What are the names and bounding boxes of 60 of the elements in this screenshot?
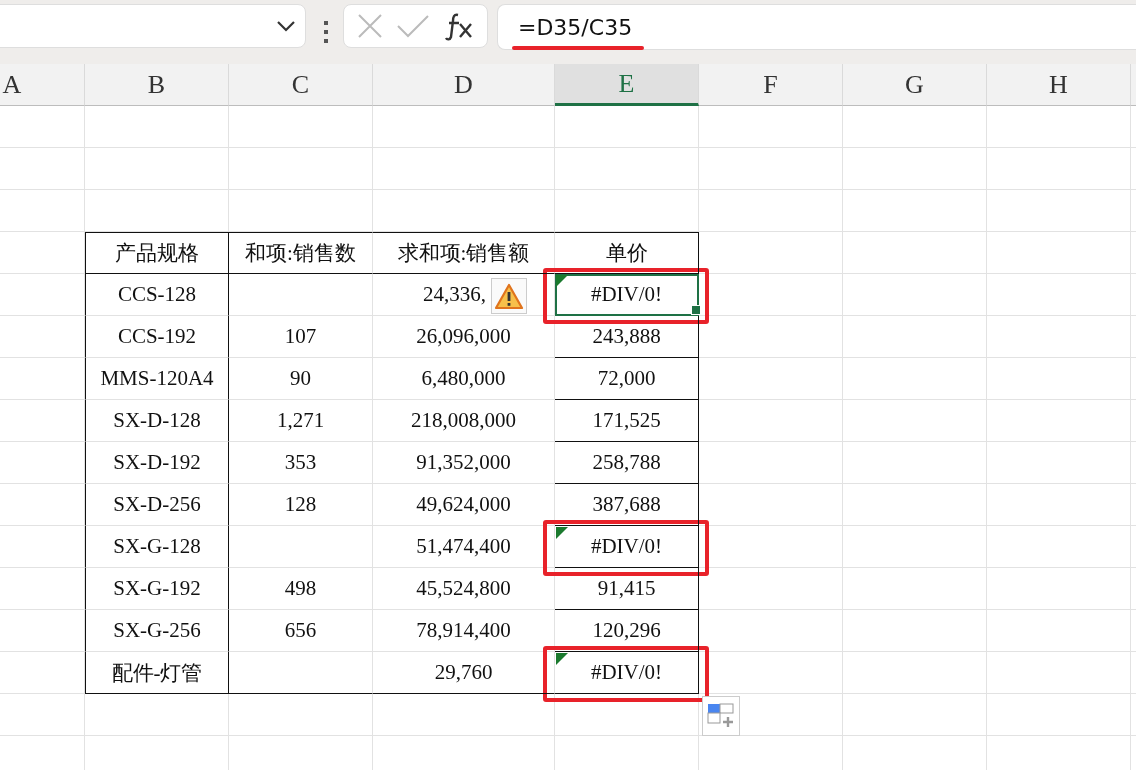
formula-text: =D35/C35	[518, 14, 633, 40]
table-cell: SX-D-128	[85, 400, 229, 442]
table-cell[interactable]: #DIV/0!	[555, 274, 699, 316]
chevron-down-icon[interactable]	[275, 19, 297, 33]
paste-options-button[interactable]	[702, 696, 740, 736]
table-cell-text: 107	[283, 323, 318, 350]
table-cell[interactable]: #DIV/0!	[555, 652, 699, 694]
table-cell: CCS-128	[85, 274, 229, 316]
table-cell: 26,096,000	[416, 324, 511, 349]
table-cell: 49,624,000	[416, 492, 511, 517]
column-header[interactable]: G	[843, 64, 987, 106]
table-cell: 78,914,400	[416, 618, 511, 643]
column-header[interactable]: F	[699, 64, 843, 106]
table-cell[interactable]: 258,788	[555, 442, 699, 484]
table-cell: 45,524,800	[416, 576, 511, 601]
header-cell: 和项:销售数	[229, 232, 373, 274]
warning-icon	[494, 282, 524, 310]
fill-handle[interactable]	[691, 305, 701, 315]
table-cell-text: 1,271	[275, 407, 326, 434]
table-cell: 24,336,	[423, 282, 486, 307]
table-cell[interactable]: 120,296	[555, 610, 699, 652]
table-cell-text: 90	[289, 365, 312, 392]
column-header[interactable]: D	[373, 64, 555, 106]
table-cell-text: 353	[283, 449, 318, 476]
table-cell: SX-G-256	[85, 610, 229, 652]
table-cell: SX-G-128	[85, 526, 229, 568]
table-cell: SX-D-256	[85, 484, 229, 526]
column-header[interactable]: B	[85, 64, 229, 106]
table-cell-text: 498	[283, 575, 318, 602]
table-cell: SX-D-192	[85, 442, 229, 484]
header-cell: 产品规格	[85, 232, 229, 274]
function-icon[interactable]	[444, 11, 475, 41]
table-cell: CCS-192	[85, 316, 229, 358]
table-cell[interactable]: 72,000	[555, 358, 699, 400]
table-cell[interactable]: 91,415	[555, 568, 699, 610]
table-cell: 91,352,000	[416, 450, 511, 475]
table-cell[interactable]: #DIV/0!	[555, 526, 699, 568]
confirm-icon[interactable]	[396, 13, 431, 39]
column-header[interactable]: E	[555, 64, 699, 106]
table-cell: 51,474,400	[416, 534, 511, 559]
table-cell[interactable]: 171,525	[555, 400, 699, 442]
table-cell: 218,008,000	[411, 408, 516, 433]
table-cell[interactable]: 387,688	[555, 484, 699, 526]
more-options-icon[interactable]	[323, 20, 329, 44]
table-cell: 6,480,000	[421, 366, 506, 391]
table-cell[interactable]: 243,888	[555, 316, 699, 358]
cancel-icon[interactable]	[356, 13, 383, 39]
column-header[interactable]: A	[0, 64, 85, 106]
error-check-button[interactable]	[491, 278, 527, 314]
column-header[interactable]: H	[987, 64, 1131, 106]
table-cell-text: 656	[283, 617, 318, 644]
table-cell-text: 128	[283, 491, 318, 518]
table-cell: 配件-灯管	[85, 652, 229, 694]
header-cell: 单价	[555, 232, 699, 274]
column-header[interactable]: C	[229, 64, 373, 106]
table-cell: MMS-120A4	[85, 358, 229, 400]
header-cell: 求和项:销售额	[373, 232, 555, 274]
table-cell: 29,760	[434, 660, 493, 685]
formula-field[interactable]: =D35/C35	[497, 4, 1136, 50]
table-cell: SX-G-192	[85, 568, 229, 610]
